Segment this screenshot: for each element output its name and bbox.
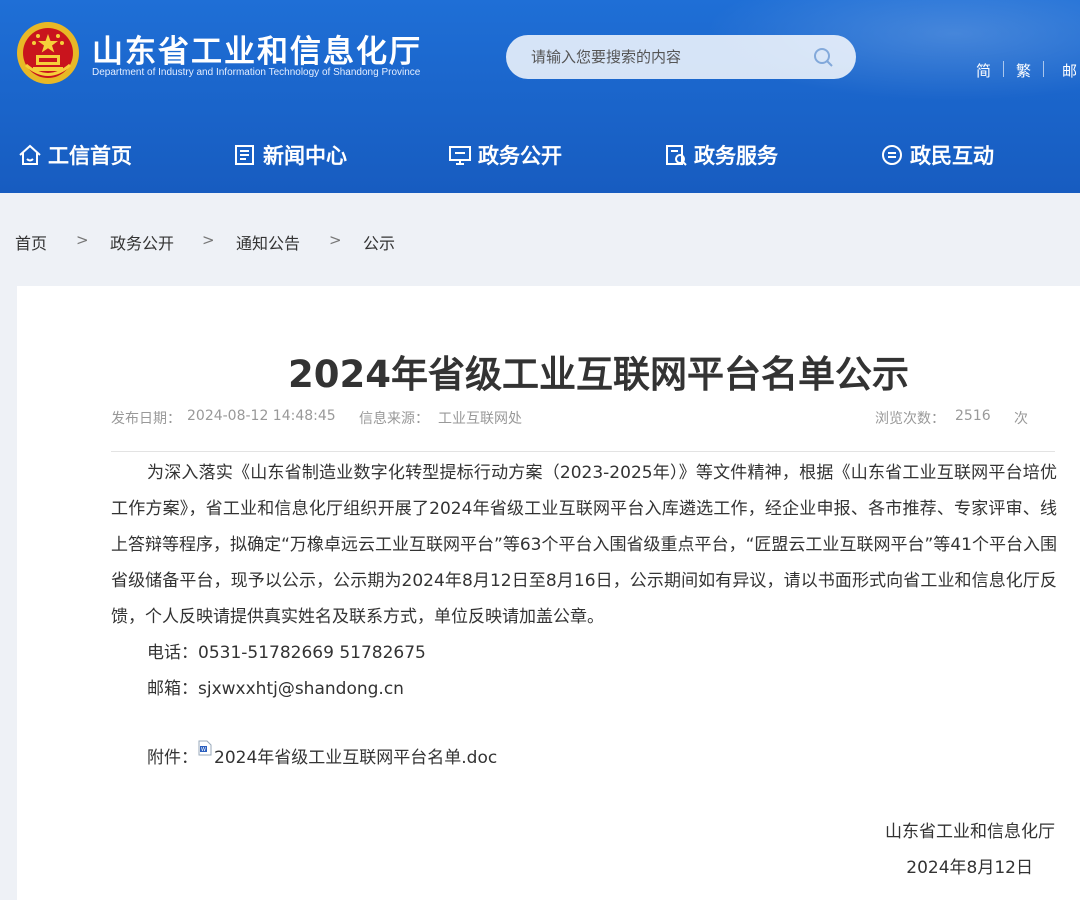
publish-date: 2024-08-12 14:48:45 [187, 408, 336, 424]
views-label: 浏览次数： [875, 411, 945, 427]
nav-item-home[interactable]: 工信首页 [18, 140, 132, 170]
nav-item-government-services[interactable]: 政务服务 [664, 140, 778, 170]
page-title: 2024年省级工业互联网平台名单公示 [288, 353, 909, 396]
nav-item-label: 新闻中心 [263, 144, 347, 168]
publish-date-label: 发布日期： [111, 411, 181, 427]
source: 工业互联网处 [438, 411, 522, 427]
breadcrumb-government-affairs[interactable]: 政务公开 [110, 230, 174, 254]
word-document-icon: W [198, 740, 212, 756]
interact-icon [882, 145, 902, 165]
signature-organization: 山东省工业和信息化厅 [885, 822, 1055, 842]
breadcrumb-home[interactable]: 首页 [15, 230, 47, 254]
search-icon[interactable] [812, 46, 834, 68]
views-count: 2516 [955, 408, 991, 424]
breadcrumb: 首页 > 政务公开 > 通知公告 > 公示 [0, 193, 1080, 286]
news-icon [235, 145, 254, 165]
article-panel: 2024年省级工业互联网平台名单公示 发布日期： 2024-08-12 14:4… [17, 286, 1080, 900]
article-body: 为深入落实《山东省制造业数字化转型提标行动方案（2023-2025年）》等文件精… [111, 455, 1057, 707]
simplified-chinese-link[interactable]: 简 [976, 60, 991, 81]
divider [111, 451, 1055, 452]
lang-divider [1003, 61, 1004, 77]
contact-email: 邮箱：sjxwxxhtj@shandong.cn [147, 679, 404, 699]
attachment-file-link[interactable]: 2024年省级工业互联网平台名单.doc [214, 743, 497, 768]
breadcrumb-separator: > [202, 231, 215, 249]
breadcrumb-separator: > [329, 231, 342, 249]
breadcrumb-current[interactable]: 公示 [363, 230, 395, 254]
site-header: 山东省工业和信息化厅 Department of Industry and In… [0, 0, 1080, 193]
monitor-icon [449, 146, 471, 165]
svg-text:W: W [201, 747, 206, 753]
nav-item-label: 政务公开 [478, 144, 562, 168]
signature-date: 2024年8月12日 [906, 858, 1033, 878]
lang-divider [1043, 61, 1044, 77]
main-nav: 工信首页 新闻中心 政务公开 政务服务 政民互动 [0, 112, 1080, 193]
nav-item-public-interaction[interactable]: 政民互动 [880, 140, 994, 170]
nav-item-news[interactable]: 新闻中心 [233, 140, 347, 170]
views-unit: 次 [1014, 411, 1028, 427]
national-emblem-icon [17, 22, 79, 84]
article-paragraph: 为深入落实《山东省制造业数字化转型提标行动方案（2023-2025年）》等文件精… [111, 463, 1057, 627]
attachment-label: 附件： [147, 748, 198, 768]
breadcrumb-separator: > [76, 231, 89, 249]
home-icon [19, 144, 41, 165]
search-input[interactable] [531, 48, 801, 66]
site-subtitle: Department of Industry and Information T… [92, 67, 421, 78]
nav-item-label: 工信首页 [48, 144, 132, 168]
mail-link[interactable]: 邮 [1062, 60, 1077, 81]
attachment: 附件： W 2024年省级工业互联网平台名单.doc [147, 740, 497, 768]
breadcrumb-notices[interactable]: 通知公告 [236, 230, 300, 254]
nav-item-label: 政民互动 [910, 144, 994, 168]
contact-phone: 电话：0531-51782669 51782675 [147, 643, 426, 663]
traditional-chinese-link[interactable]: 繁 [1016, 60, 1031, 81]
site-title[interactable]: 山东省工业和信息化厅 [92, 26, 422, 71]
source-label: 信息来源： [359, 411, 429, 427]
service-icon [666, 145, 687, 166]
nav-item-label: 政务服务 [694, 144, 778, 168]
nav-item-government-affairs[interactable]: 政务公开 [448, 140, 562, 170]
search-bar [506, 35, 856, 79]
